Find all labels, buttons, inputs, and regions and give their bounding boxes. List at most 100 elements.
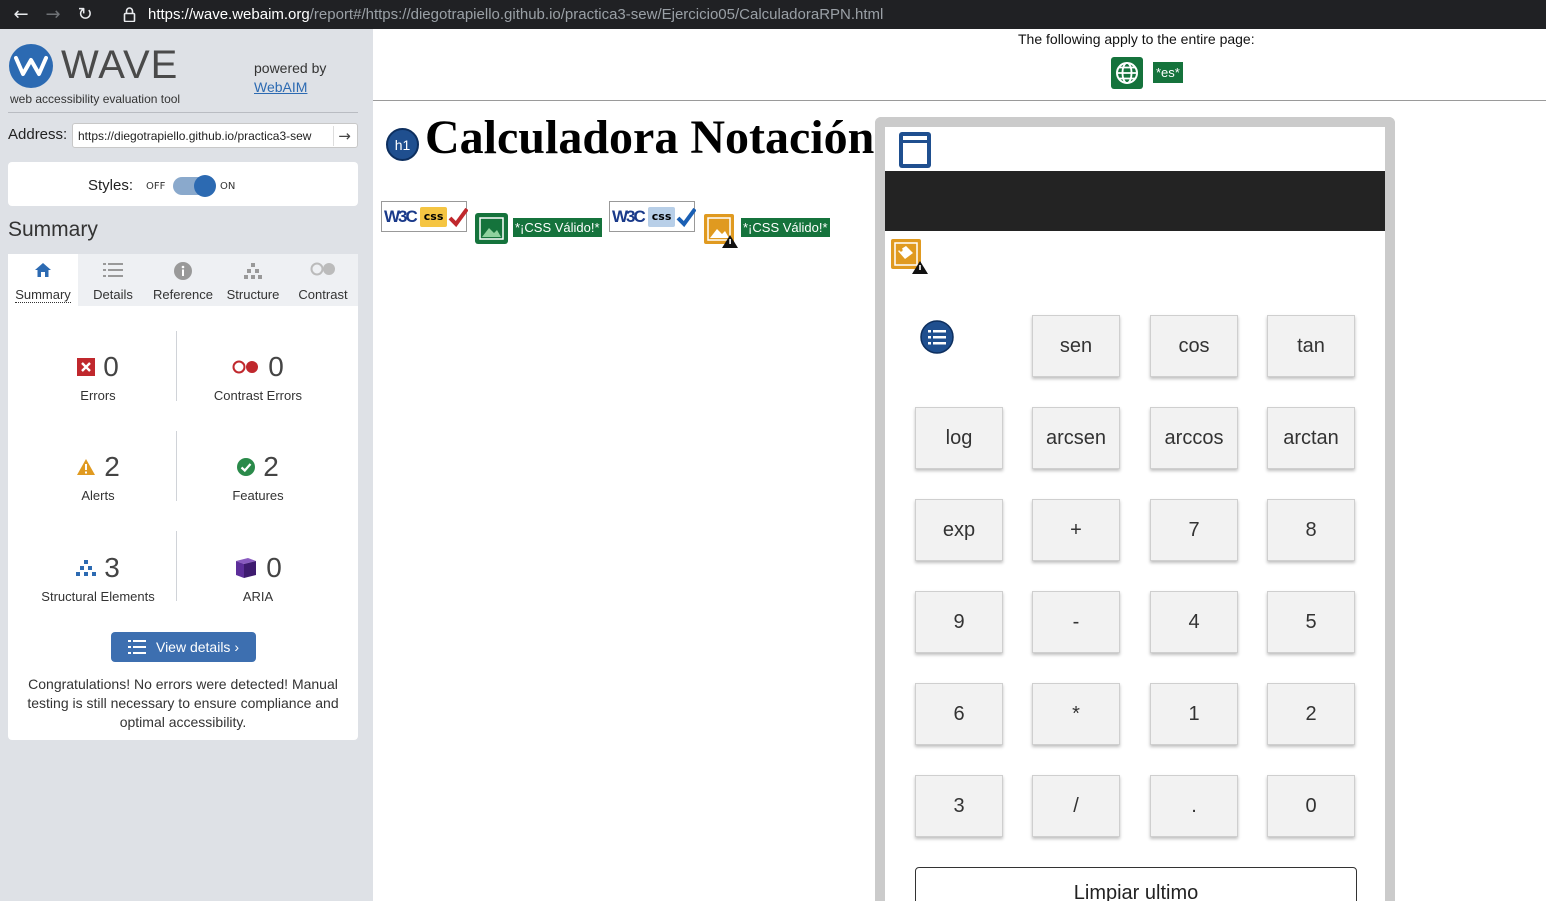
clear-last-button[interactable]: Limpiar ultimo [915,867,1357,901]
valid-css-alt-badge[interactable]: *¡CSS Válido!* [741,218,830,237]
stat-alerts[interactable]: 2 Alerts [13,450,183,503]
calc-button[interactable]: / [1032,775,1120,837]
summary-panel: 0 Errors 0 Contrast Errors 2 Alerts 2 Fe… [8,306,358,740]
tab-details[interactable]: Details [78,254,148,306]
calc-button[interactable]: 4 [1150,591,1238,653]
browser-url-bar: ← → ↻ https://wave.webaim.org/report#/ht… [0,0,1546,29]
calc-button[interactable]: arcsen [1032,407,1120,469]
calc-button[interactable]: cos [1150,315,1238,377]
form-icon[interactable] [898,131,932,169]
view-details-label: View details › [155,639,239,655]
congrats-message: Congratulations! No errors were detected… [27,676,339,730]
image-alert-icon[interactable] [703,213,738,248]
calc-button[interactable]: 9 [915,591,1003,653]
alerts-label: Alerts [81,488,115,503]
calc-button[interactable]: log [915,407,1003,469]
calc-button[interactable]: 3 [915,775,1003,837]
calc-button[interactable]: sen [1032,315,1120,377]
stat-contrast-errors[interactable]: 0 Contrast Errors [173,350,343,403]
stat-aria[interactable]: 0 ARIA [173,551,343,604]
tab-label: Contrast [298,287,348,302]
list-icon [127,640,146,654]
alerts-count: 2 [104,451,120,482]
contrast-errors-label: Contrast Errors [213,388,303,403]
globe-icon[interactable] [1111,57,1143,89]
calc-button[interactable]: - [1032,591,1120,653]
url-text[interactable]: https://wave.webaim.org/report#/https://… [148,6,883,23]
image-feature-icon[interactable] [475,213,508,244]
structure-icon [76,560,97,576]
calc-button[interactable]: exp [915,499,1003,561]
calc-button[interactable]: 1 [1150,683,1238,745]
stat-structural[interactable]: 3 Structural Elements [13,551,183,604]
lock-icon[interactable] [122,7,136,23]
styles-label: Styles: [88,177,134,194]
errors-count: 0 [103,351,119,382]
powered-by: powered by WebAIM [254,59,326,97]
styles-on-label: ON [220,181,236,192]
h1-badge-icon[interactable]: h1 [386,128,419,161]
styles-off-label: OFF [146,181,166,192]
styles-toggle[interactable] [173,175,216,197]
tab-label: Summary [15,287,71,303]
forward-arrow-icon[interactable]: → [42,4,64,26]
image-alert-icon[interactable] [889,237,929,275]
structure-icon [218,262,288,280]
w3c-logo-text: W3C [612,206,646,226]
list-icon[interactable] [920,320,954,354]
valid-css-alt-badge[interactable]: *¡CSS Válido!* [513,218,602,237]
back-arrow-icon[interactable]: ← [10,4,32,26]
address-input[interactable]: https://diegotrapiello.github.io/practic… [72,123,358,148]
go-arrow-icon[interactable]: → [333,126,355,146]
calculator-display [885,171,1385,231]
summary-heading: Summary [8,218,98,241]
tab-structure[interactable]: Structure [218,254,288,306]
toggle-knob [194,175,216,197]
wave-logo-text: WAVE [61,43,179,87]
calc-button[interactable]: 8 [1267,499,1355,561]
stat-errors[interactable]: 0 Errors [13,350,183,403]
alert-icon [77,459,96,475]
tab-reference[interactable]: Reference [148,254,218,306]
features-label: Features [232,488,284,503]
error-icon [77,358,96,376]
calc-button[interactable]: 6 [915,683,1003,745]
calc-button[interactable]: tan [1267,315,1355,377]
powered-by-label: powered by [254,60,327,76]
tab-summary[interactable]: Summary [8,254,78,306]
divider [8,112,358,113]
page-notice-text: The following apply to the entire page: [1018,31,1255,47]
page-notice-bar: The following apply to the entire page: … [373,29,1546,101]
webaim-link[interactable]: WebAIM [254,79,307,95]
structural-label: Structural Elements [41,589,155,604]
contrast-error-icon [232,360,259,374]
styles-toggle-box: Styles: OFF ON [8,162,358,206]
language-badge[interactable]: *es* [1153,62,1183,83]
view-details-button[interactable]: View details › [111,632,256,662]
css-label: css [647,206,676,227]
w3c-css-badge-blue[interactable]: W3C css [609,201,696,232]
contrast-icon [288,262,358,280]
calc-button[interactable]: 2 [1267,683,1355,745]
aria-count: 0 [266,552,282,583]
calc-button[interactable]: arccos [1150,407,1238,469]
calc-button[interactable]: 0 [1267,775,1355,837]
tab-contrast[interactable]: Contrast [288,254,358,306]
stat-features[interactable]: 2 Features [173,450,343,503]
calc-button[interactable]: 5 [1267,591,1355,653]
wave-sidebar: WAVE web accessibility evaluation tool p… [0,29,373,901]
w3c-css-badge[interactable]: W3C css [381,201,468,232]
calculator: sen cos tan log arcsen arccos arctan exp… [875,117,1395,901]
address-label: Address: [8,126,68,143]
reload-icon[interactable]: ↻ [74,4,96,26]
tab-label: Reference [153,287,213,302]
features-count: 2 [263,451,279,482]
url-path: /report#/https://diegotrapiello.github.i… [309,6,884,23]
calc-button[interactable]: * [1032,683,1120,745]
calc-button[interactable]: + [1032,499,1120,561]
calc-button[interactable]: arctan [1267,407,1355,469]
calc-button[interactable]: . [1150,775,1238,837]
calc-button[interactable]: 7 [1150,499,1238,561]
errors-label: Errors [80,388,116,403]
red-check-icon [448,207,468,228]
